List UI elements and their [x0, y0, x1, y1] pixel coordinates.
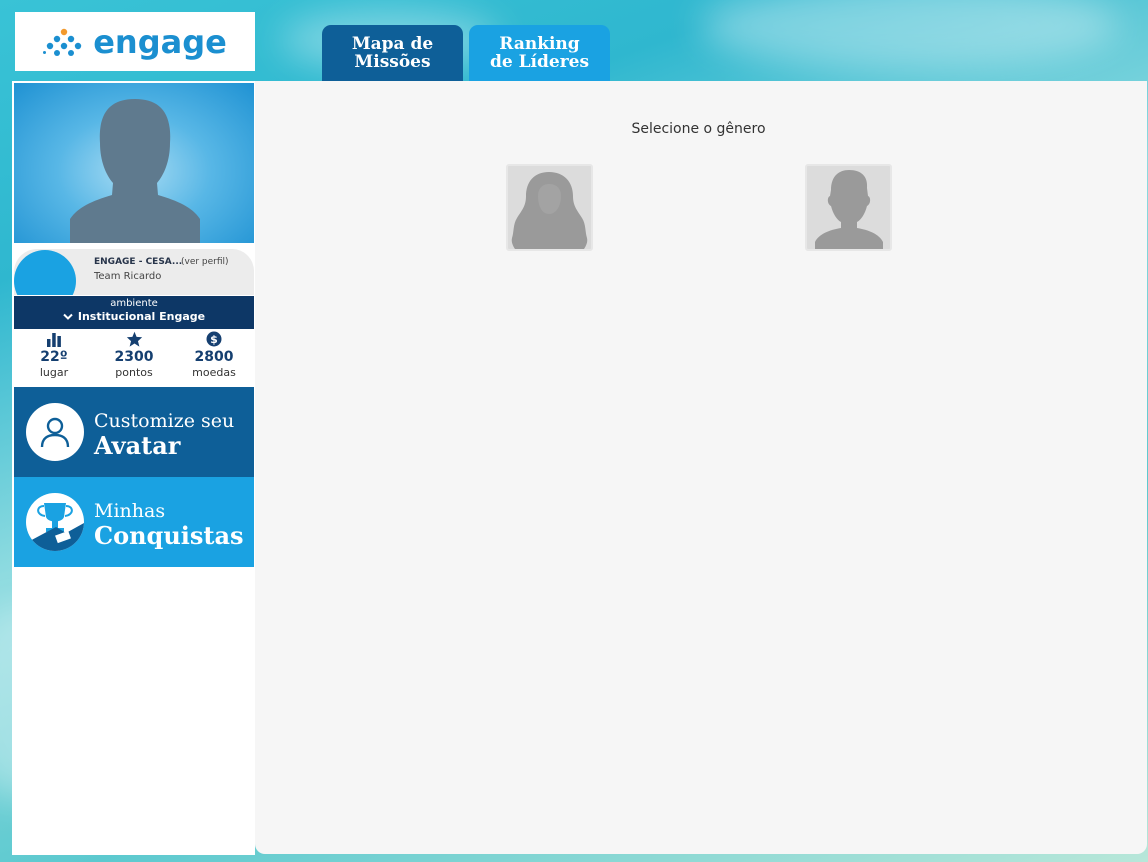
- bar-chart-icon: [47, 333, 61, 347]
- tab-ranking-de-lideres[interactable]: Ranking de Líderes: [469, 25, 610, 81]
- stat-value: 2800: [194, 349, 234, 365]
- user-outline-icon: [40, 417, 70, 448]
- stat-points: 2300 pontos: [94, 329, 174, 386]
- sidebar: ENGAGE - CESA... (ver perfil) Team Ricar…: [12, 81, 255, 855]
- stat-coins: $ 2800 moedas: [174, 329, 254, 386]
- trophy-icon: [26, 503, 84, 551]
- avatar[interactable]: [14, 250, 76, 295]
- dot-pyramid-icon: [43, 28, 82, 56]
- stat-label: moedas: [192, 366, 236, 379]
- environment-value: Institucional Engage: [77, 310, 206, 323]
- profile-photo[interactable]: [14, 83, 254, 243]
- environment-value-row: Institucional Engage: [14, 310, 254, 323]
- tab-label-line: Missões: [354, 52, 431, 72]
- stat-value: 2300: [114, 349, 154, 365]
- banner-title-line2: Conquistas: [94, 521, 244, 550]
- tab-mapa-de-missoes[interactable]: Mapa de Missões: [322, 25, 463, 81]
- user-name: ENGAGE - CESA...: [94, 257, 183, 267]
- svg-text:$: $: [210, 333, 218, 346]
- background-cloud: [700, 0, 1120, 70]
- stat-ranking: 22º lugar: [14, 329, 94, 386]
- main-content: Selecione o gênero: [255, 81, 1147, 854]
- environment-label: ambiente: [110, 298, 158, 309]
- tab-label-line: Ranking: [499, 34, 580, 54]
- tab-label-line: de Líderes: [489, 52, 590, 72]
- banner-title-line1: Customize seu: [94, 410, 235, 432]
- view-profile-link[interactable]: (ver perfil): [181, 257, 229, 267]
- coin-icon: $: [206, 331, 222, 347]
- banner-title-line2: Avatar: [94, 431, 181, 460]
- customize-avatar-button[interactable]: Customize seu Avatar: [14, 387, 254, 477]
- male-silhouette-icon: [815, 170, 883, 249]
- user-card: ENGAGE - CESA... (ver perfil) Team Ricar…: [14, 249, 254, 295]
- banner-title-line1: Minhas: [94, 500, 166, 522]
- tab-label-line: Mapa de: [351, 34, 434, 54]
- gender-option-male[interactable]: [805, 164, 892, 251]
- user-stats: 22º lugar 2300 pontos $ 2800 moedas: [14, 329, 254, 386]
- person-silhouette-icon: [70, 99, 200, 243]
- stat-value: 22º: [40, 349, 68, 365]
- environment-selector[interactable]: ambiente Institucional Engage: [14, 296, 254, 329]
- gender-selection-title: Selecione o gênero: [631, 121, 766, 137]
- logo-wordmark: engage: [93, 22, 227, 61]
- chevron-down-icon: [63, 313, 73, 320]
- team-name: Team Ricardo: [94, 271, 162, 282]
- stat-label: pontos: [115, 366, 153, 379]
- star-icon: [126, 331, 142, 347]
- my-achievements-button[interactable]: Minhas Conquistas: [14, 477, 254, 567]
- stat-label: lugar: [39, 366, 69, 379]
- brand-logo[interactable]: engage: [15, 12, 255, 71]
- female-silhouette-icon: [511, 172, 588, 249]
- gender-option-female[interactable]: [506, 164, 593, 251]
